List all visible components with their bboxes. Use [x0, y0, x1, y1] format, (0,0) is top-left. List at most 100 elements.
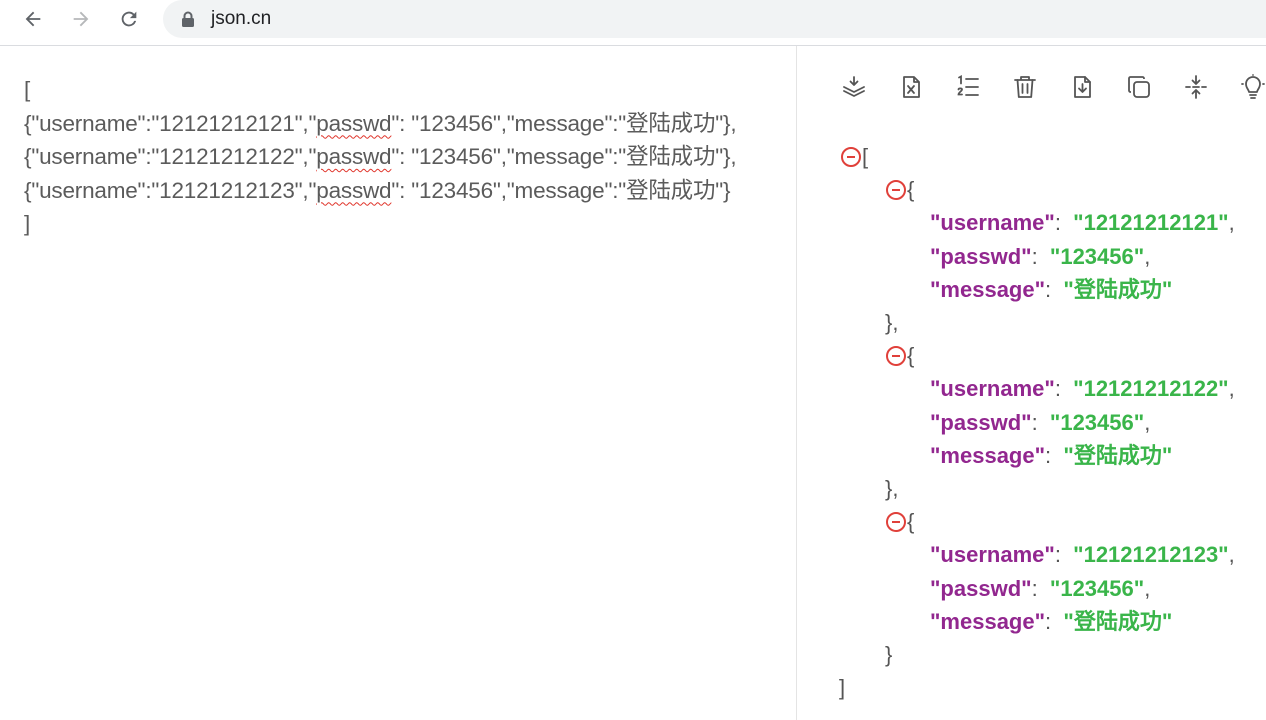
- colon: :: [1045, 442, 1064, 468]
- tree-field-passwd: "passwd": "123456",: [930, 408, 1150, 438]
- raw-bracket-close: ]: [24, 211, 31, 236]
- excel-file-icon: [903, 76, 920, 98]
- json-key: "username": [930, 210, 1055, 236]
- layers-download-icon: [843, 76, 865, 97]
- collapse-toggle[interactable]: [886, 180, 906, 201]
- tree-object-open: {: [886, 507, 914, 537]
- raw-json-text[interactable]: [ {"username":"12121212121","passwd": "1…: [24, 73, 737, 241]
- reload-button[interactable]: [112, 2, 146, 36]
- forward-arrow-icon: [73, 11, 89, 27]
- json-value: "12121212121": [1073, 210, 1229, 236]
- json-key: "passwd": [930, 243, 1032, 269]
- copy-icon: [1128, 76, 1150, 98]
- comma: ,: [1144, 575, 1151, 601]
- json-value: "123456": [1049, 243, 1145, 269]
- open-brace: {: [907, 343, 915, 369]
- tree-field-message: "message": "登陆成功": [930, 607, 1172, 637]
- tree-root-close: ]: [839, 673, 845, 703]
- spellcheck-word: passwd: [316, 110, 392, 136]
- json-value: "登陆成功": [1063, 276, 1173, 302]
- line-numbers-button[interactable]: [954, 73, 982, 101]
- collapse-icon: [1185, 75, 1207, 99]
- hint-button[interactable]: [1239, 73, 1266, 101]
- spellcheck-word: passwd: [316, 177, 392, 203]
- colon: :: [1054, 376, 1074, 402]
- tree-field-username: "username": "12121212121",: [930, 208, 1235, 238]
- address-bar[interactable]: json.cn: [163, 0, 1266, 38]
- tree-object-close: },: [885, 308, 898, 338]
- close-brace: }: [885, 642, 893, 667]
- json-value: "12121212122": [1073, 376, 1229, 402]
- colon: :: [1054, 542, 1074, 568]
- colon: :: [1031, 243, 1050, 269]
- forward-button[interactable]: [64, 2, 98, 36]
- lightbulb-icon: [1241, 74, 1265, 99]
- open-brace: {: [907, 177, 915, 203]
- tree-field-username: "username": "12121212123",: [930, 540, 1235, 570]
- raw-text-segment: ": "123456","message":"登陆成功"}: [391, 177, 731, 203]
- tree-object-close: }: [885, 640, 892, 670]
- json-key: "message": [930, 608, 1046, 634]
- json-value: "登陆成功": [1063, 608, 1173, 634]
- json-value: "123456": [1049, 409, 1145, 435]
- open-bracket: [: [862, 144, 869, 169]
- export-excel-button[interactable]: [897, 73, 925, 101]
- tree-root-open: [: [841, 142, 868, 172]
- tree-object-open: {: [886, 175, 914, 205]
- raw-record-line: {"username":"12121212121","passwd": "123…: [24, 107, 737, 141]
- lock-icon: [182, 11, 194, 27]
- raw-text-segment: ": "123456","message":"登陆成功"},: [391, 144, 737, 169]
- tree-field-message: "message": "登陆成功": [930, 275, 1172, 305]
- collapse-toggle[interactable]: [886, 512, 906, 533]
- back-button[interactable]: [16, 2, 50, 36]
- download-file-button[interactable]: [1068, 73, 1096, 101]
- raw-text-segment: {"username":"12121212121",": [24, 110, 317, 136]
- compress-button[interactable]: [1182, 73, 1210, 101]
- ordered-list-icon: [957, 75, 979, 96]
- browser-toolbar: json.cn: [0, 0, 1266, 46]
- colon: :: [1031, 575, 1050, 601]
- delete-button[interactable]: [1011, 73, 1039, 101]
- raw-text-segment: {"username":"12121212122",": [24, 144, 317, 169]
- raw-record-line: {"username":"12121212123","passwd": "123…: [24, 174, 736, 208]
- copy-button[interactable]: [1125, 73, 1153, 101]
- comma: ,: [1228, 376, 1235, 402]
- json-value: "12121212123": [1073, 542, 1229, 568]
- json-key: "passwd": [930, 409, 1032, 435]
- comma: ,: [1228, 542, 1235, 568]
- json-key: "message": [930, 442, 1046, 468]
- trash-icon: [1014, 76, 1036, 98]
- raw-text-segment: {"username":"12121212123",": [24, 177, 317, 203]
- open-brace: {: [907, 509, 915, 535]
- file-download-icon: [1074, 76, 1091, 98]
- reload-icon: [121, 11, 137, 27]
- json-key: "username": [930, 376, 1055, 402]
- colon: :: [1045, 276, 1064, 302]
- tree-object-open: {: [886, 341, 914, 371]
- raw-record-line: {"username":"12121212122","passwd": "123…: [24, 140, 737, 174]
- json-value: "123456": [1049, 575, 1145, 601]
- close-brace: },: [885, 310, 899, 335]
- colon: :: [1031, 409, 1050, 435]
- formatted-json-view: [{"username": "12121212121", "passwd": "1…: [797, 46, 1266, 720]
- close-bracket: ]: [839, 675, 846, 701]
- json-key: "passwd": [930, 575, 1032, 601]
- raw-text-segment: ": "123456","message":"登陆成功"},: [391, 110, 737, 136]
- url-text: json.cn: [211, 8, 272, 29]
- comma: ,: [1228, 210, 1235, 236]
- raw-json-editor[interactable]: [ {"username":"12121212121","passwd": "1…: [0, 46, 796, 720]
- json-key: "message": [930, 276, 1046, 302]
- collapse-toggle[interactable]: [841, 147, 861, 167]
- comma: ,: [1144, 243, 1151, 269]
- tree-field-passwd: "passwd": "123456",: [930, 242, 1150, 272]
- raw-bracket-open: [: [24, 77, 31, 102]
- collapse-toggle[interactable]: [886, 346, 906, 367]
- tree-field-message: "message": "登陆成功": [930, 441, 1172, 471]
- comma: ,: [1144, 409, 1151, 435]
- tree-field-username: "username": "12121212122",: [930, 374, 1235, 404]
- tree-object-close: },: [885, 474, 898, 504]
- download-layers-button[interactable]: [840, 73, 868, 101]
- json-value: "登陆成功": [1063, 442, 1173, 468]
- json-key: "username": [930, 542, 1055, 568]
- colon: :: [1054, 210, 1074, 236]
